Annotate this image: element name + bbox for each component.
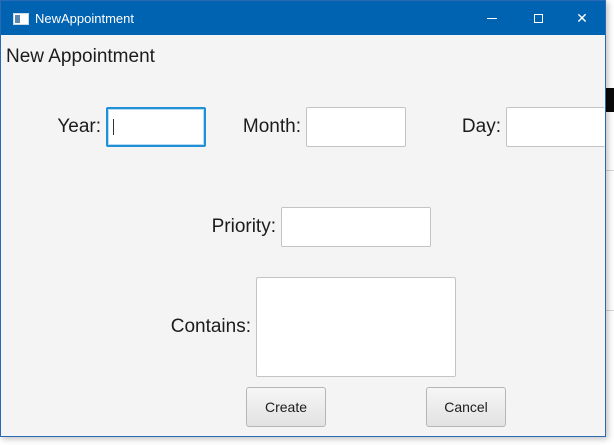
app-icon	[13, 13, 29, 25]
day-input[interactable]	[506, 107, 605, 147]
maximize-button[interactable]	[515, 1, 561, 35]
maximize-icon	[533, 13, 543, 23]
month-label: Month:	[242, 116, 301, 137]
month-input[interactable]	[306, 107, 406, 147]
minimize-button[interactable]	[469, 1, 515, 35]
year-input[interactable]	[106, 107, 206, 147]
new-appointment-dialog: NewAppointment ✕ New Appointment Year: M…	[0, 0, 606, 437]
priority-label: Priority:	[211, 216, 276, 237]
day-label: Day:	[461, 116, 501, 137]
close-button[interactable]: ✕	[559, 1, 605, 35]
text-caret	[113, 119, 114, 135]
window-title: NewAppointment	[35, 11, 134, 26]
contains-textarea[interactable]	[256, 277, 456, 377]
cancel-button[interactable]: Cancel	[426, 387, 506, 427]
create-button[interactable]: Create	[246, 387, 326, 427]
close-icon: ✕	[576, 9, 588, 26]
form-heading: New Appointment	[6, 46, 155, 67]
minimize-icon	[487, 17, 497, 19]
priority-input[interactable]	[281, 207, 431, 247]
year-label: Year:	[57, 116, 101, 137]
title-bar[interactable]: NewAppointment ✕	[1, 1, 605, 35]
contains-label: Contains:	[170, 316, 251, 337]
